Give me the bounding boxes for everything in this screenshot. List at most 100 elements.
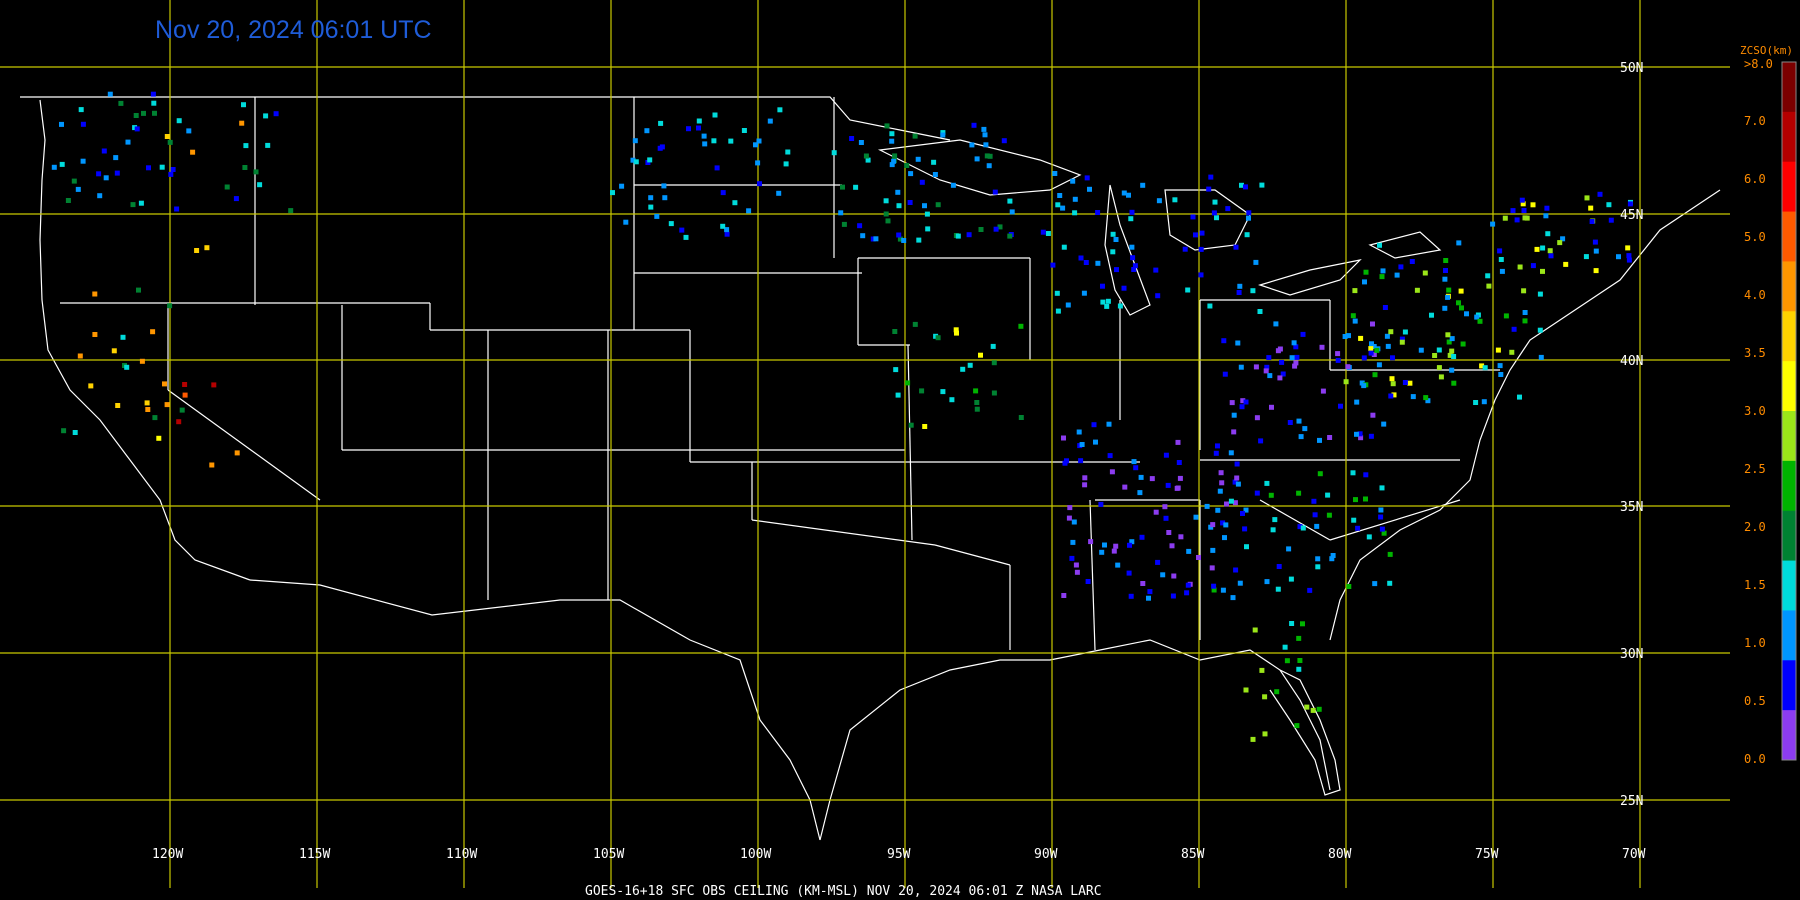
observation-dot — [1499, 268, 1505, 274]
observation-dot — [662, 195, 668, 201]
observation-dot — [257, 182, 263, 188]
observation-dot — [1137, 490, 1143, 496]
observation-dot — [892, 329, 898, 334]
observation-dot — [1451, 380, 1457, 386]
observation-dot — [1231, 412, 1237, 418]
longitude-label: 75W — [1475, 847, 1499, 862]
observation-dot — [1212, 199, 1218, 205]
observation-dot — [1394, 272, 1400, 278]
legend-value-label: 3.0 — [1744, 404, 1766, 418]
observation-dot — [1317, 437, 1322, 443]
observation-dot — [1418, 347, 1424, 353]
legend-color-swatch — [1782, 211, 1796, 262]
latitude-label: 35N — [1620, 500, 1643, 515]
legend-color-swatch — [1782, 660, 1796, 711]
observation-dot — [919, 388, 925, 394]
observation-dot — [113, 155, 119, 161]
observation-dot — [133, 113, 139, 118]
observation-dot — [101, 148, 107, 154]
observation-dot — [1109, 469, 1115, 475]
observation-dot — [853, 184, 859, 190]
observation-dot — [701, 133, 707, 139]
observation-dot — [974, 400, 980, 405]
observation-dot — [150, 91, 156, 97]
observation-dot — [1074, 569, 1080, 575]
observation-dot — [1402, 380, 1408, 385]
legend-value-label: 1.0 — [1744, 636, 1766, 650]
observation-dot — [950, 182, 956, 188]
observation-dot — [1388, 393, 1394, 399]
observation-dot — [1372, 581, 1378, 587]
observation-dot — [1076, 429, 1082, 435]
observation-dot — [1449, 336, 1455, 342]
observation-dot — [1289, 355, 1295, 361]
observation-dot — [77, 353, 83, 359]
observation-dot — [1510, 208, 1516, 214]
observation-dot — [757, 181, 762, 187]
observation-dot — [1273, 321, 1279, 327]
observation-dot — [96, 171, 102, 177]
observation-dot — [753, 142, 758, 148]
observation-dot — [1129, 209, 1135, 215]
observation-dot — [1138, 474, 1144, 480]
observation-dot — [1442, 305, 1448, 311]
observation-dot — [59, 121, 64, 127]
observation-dot — [1234, 475, 1240, 481]
observation-dot — [263, 113, 269, 119]
observation-dot — [1350, 470, 1356, 476]
weather-map: 120W 115W 110W 105W 100W 95W 90W 85W 80W 75W 70W 5… — [0, 0, 1800, 900]
observation-dot — [1244, 232, 1250, 238]
observation-dot — [1162, 504, 1168, 510]
observation-dot — [1243, 687, 1249, 693]
legend-value-label: 5.0 — [1744, 230, 1766, 244]
observation-dot — [1237, 283, 1243, 289]
observation-dot — [1317, 471, 1323, 477]
legend-value-label: 4.0 — [1744, 288, 1766, 302]
latitude-label: 40N — [1620, 354, 1643, 369]
observation-dot — [1511, 326, 1517, 332]
observation-dot — [1361, 383, 1367, 389]
observation-dot — [1071, 519, 1077, 525]
observation-dot — [840, 184, 845, 190]
observation-dot — [1545, 231, 1551, 237]
observation-dot — [1070, 178, 1076, 184]
observation-dot — [1414, 287, 1420, 293]
observation-dot — [1358, 335, 1364, 341]
observation-dot — [1459, 305, 1464, 311]
observation-dot — [1133, 465, 1139, 471]
observation-dot — [857, 223, 863, 229]
observation-dot — [1153, 509, 1159, 515]
legend-value-label: 2.0 — [1744, 520, 1766, 534]
observation-dot — [1078, 255, 1084, 261]
observation-dot — [1521, 208, 1527, 213]
observation-dot — [1387, 580, 1393, 586]
observation-dot — [65, 198, 71, 203]
legend-color-swatch — [1782, 161, 1796, 213]
observation-dot — [1294, 354, 1300, 360]
observation-dot — [1057, 193, 1063, 198]
observation-dot — [1627, 201, 1633, 207]
observation-dot — [1456, 300, 1461, 306]
observation-dot — [1286, 546, 1292, 552]
longitude-label: 100W — [740, 847, 771, 862]
observation-dot — [1262, 694, 1268, 700]
observation-dot — [194, 248, 200, 253]
observation-dot — [1073, 562, 1079, 568]
observation-dot — [1238, 364, 1244, 370]
longitude-label: 85W — [1181, 847, 1205, 862]
observation-dot — [981, 126, 987, 132]
legend-color-swatch — [1782, 62, 1796, 113]
observation-dot — [982, 132, 988, 138]
observation-dot — [1446, 287, 1452, 293]
observation-dot — [1497, 248, 1503, 254]
observation-dot — [1298, 434, 1304, 440]
observation-dot — [1402, 329, 1408, 335]
observation-dot — [1369, 341, 1374, 347]
observation-dot — [967, 362, 973, 368]
observation-dot — [1253, 364, 1259, 370]
observation-dot — [1185, 287, 1191, 293]
observation-dot — [120, 334, 126, 340]
observation-dot — [1438, 374, 1444, 380]
observation-dot — [1310, 707, 1316, 713]
observation-dot — [1155, 559, 1161, 565]
